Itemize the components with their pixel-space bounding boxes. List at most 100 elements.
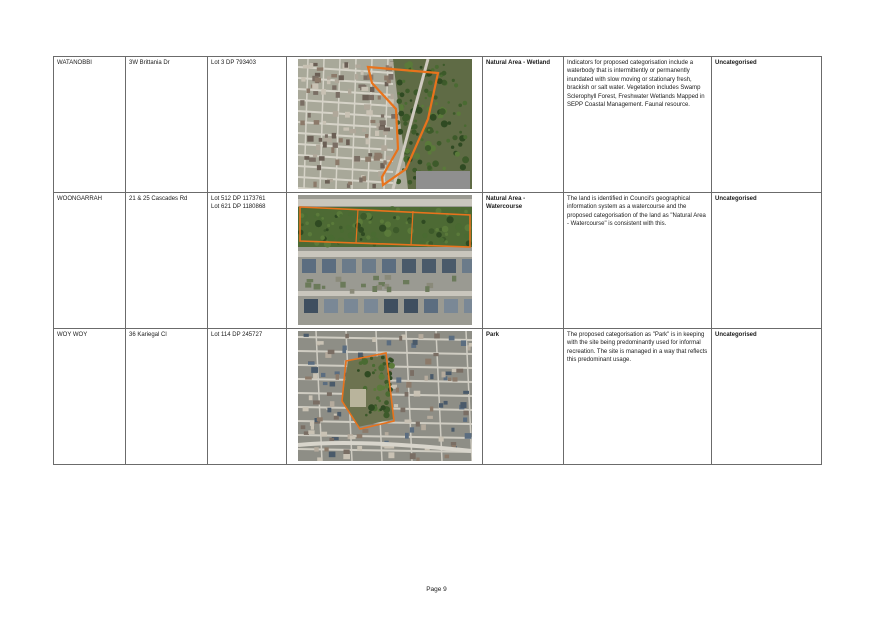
house-marker xyxy=(335,92,340,98)
tree-marker xyxy=(418,207,423,212)
house-marker xyxy=(323,447,329,452)
tree-marker xyxy=(452,112,456,115)
tree-marker xyxy=(435,130,438,134)
house-marker xyxy=(367,153,372,157)
tree-marker xyxy=(413,152,420,160)
house-marker xyxy=(424,286,429,292)
tree-marker xyxy=(427,123,430,127)
house-marker xyxy=(320,89,326,95)
tree-marker xyxy=(368,410,372,414)
tree-marker xyxy=(463,209,468,214)
tree-marker xyxy=(389,358,394,363)
tree-marker xyxy=(354,222,361,229)
house-marker xyxy=(468,343,472,347)
house-marker xyxy=(348,129,356,134)
tree-marker xyxy=(380,355,385,360)
house-marker xyxy=(388,62,393,67)
tree-marker xyxy=(369,356,373,360)
tree-marker xyxy=(359,238,362,241)
house-marker xyxy=(304,282,311,288)
house-marker xyxy=(371,183,376,189)
tree-marker xyxy=(378,224,386,232)
tree-marker xyxy=(451,135,458,141)
house-marker xyxy=(342,127,349,131)
tree-marker xyxy=(408,141,413,145)
tree-marker xyxy=(399,92,404,98)
tree-marker xyxy=(406,227,414,235)
tree-marker xyxy=(371,363,375,368)
house-marker xyxy=(360,70,364,75)
tree-marker xyxy=(441,166,446,171)
tree-marker xyxy=(367,220,372,224)
house-marker xyxy=(320,431,327,437)
tree-marker xyxy=(371,237,378,244)
tree-marker xyxy=(326,223,330,228)
house-marker xyxy=(312,91,318,95)
tree-marker xyxy=(447,121,451,125)
tree-marker xyxy=(409,99,412,102)
tree-marker xyxy=(377,399,381,403)
house-marker xyxy=(344,333,349,339)
house-marker xyxy=(313,120,319,125)
house-marker xyxy=(386,79,391,84)
tree-marker xyxy=(338,214,342,218)
tree-marker xyxy=(356,369,360,372)
tree-marker xyxy=(403,101,407,105)
tree-marker xyxy=(407,180,412,185)
house-marker xyxy=(299,120,305,126)
tree-marker xyxy=(361,237,367,243)
house-marker xyxy=(361,176,366,182)
house-marker xyxy=(323,137,327,141)
house-marker xyxy=(307,112,311,118)
tree-marker xyxy=(313,215,316,218)
house-marker xyxy=(312,154,317,158)
tree-marker xyxy=(427,150,432,155)
house-marker xyxy=(324,134,328,138)
house-marker xyxy=(313,283,320,290)
tree-marker xyxy=(454,210,458,214)
tree-marker xyxy=(378,373,385,380)
aerial-photo-wetland xyxy=(297,59,472,189)
tree-marker xyxy=(350,212,354,216)
house-marker xyxy=(429,374,433,380)
house-marker xyxy=(312,373,317,379)
house-marker xyxy=(360,86,368,91)
house-marker xyxy=(384,275,391,280)
house-marker xyxy=(312,400,320,405)
tree-marker xyxy=(402,121,408,126)
house-marker xyxy=(432,353,439,357)
house-marker xyxy=(326,76,330,80)
house-marker xyxy=(444,454,449,459)
house-marker xyxy=(448,335,454,341)
house-marker xyxy=(327,349,334,355)
house-marker xyxy=(318,137,322,142)
tree-marker xyxy=(446,216,454,224)
house-marker xyxy=(450,427,454,432)
house-marker xyxy=(386,286,391,293)
house-marker xyxy=(462,410,469,416)
house-marker xyxy=(459,402,466,408)
house-marker xyxy=(400,407,405,413)
house-marker xyxy=(404,392,408,397)
house-marker xyxy=(358,177,363,183)
house-marker xyxy=(380,145,387,151)
tree-marker xyxy=(433,95,438,100)
house-marker xyxy=(438,403,443,408)
tree-marker xyxy=(370,231,376,237)
lot-dp-text: Lot 621 DP 1180868 xyxy=(211,204,266,211)
lot-dp-text: Lot 114 DP 245727 xyxy=(211,332,263,338)
tree-marker xyxy=(375,396,380,400)
tree-marker xyxy=(438,108,446,115)
house-marker xyxy=(361,428,368,433)
house-marker xyxy=(373,152,381,159)
lot-dp-text: Lot 3 DP 793403 xyxy=(211,60,256,66)
house-marker xyxy=(393,404,398,408)
house-marker xyxy=(412,339,418,345)
house-marker xyxy=(418,334,423,339)
tree-marker xyxy=(454,223,462,231)
tree-marker xyxy=(460,207,464,211)
house-marker xyxy=(383,127,390,132)
status-cell: Uncategorised xyxy=(711,328,822,465)
document-page: WATANOBBI 3W Brittania Dr Lot 3 DP 79340… xyxy=(0,0,873,618)
tree-marker xyxy=(383,229,392,237)
